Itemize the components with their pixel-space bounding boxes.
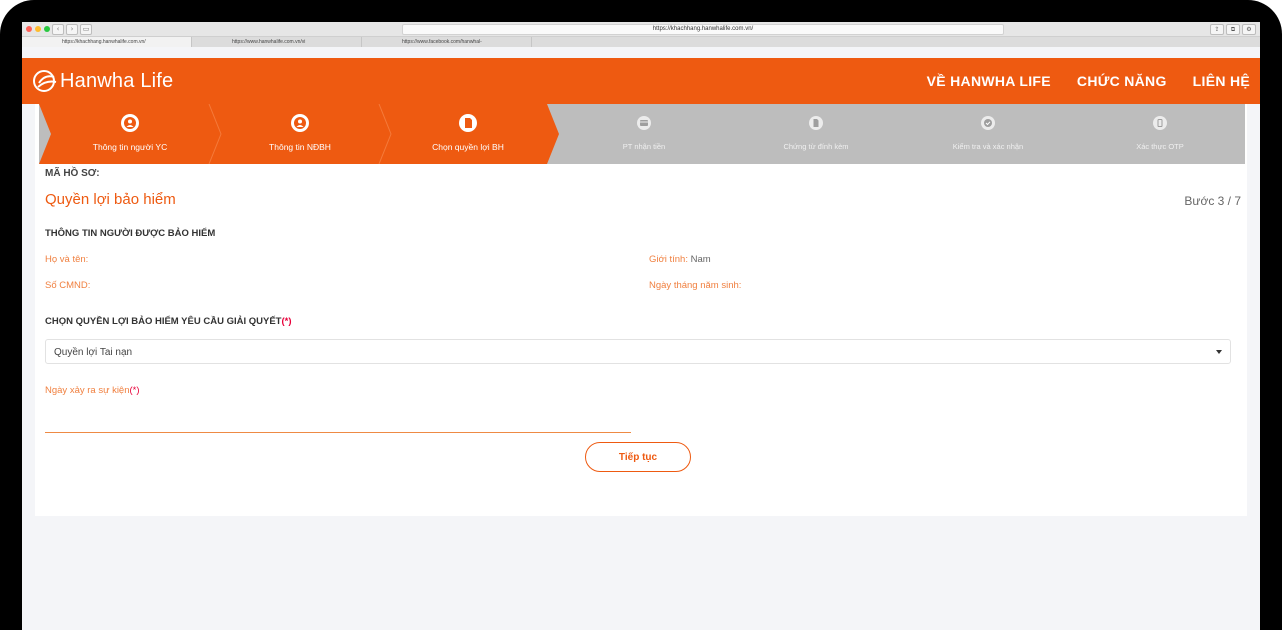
gender-label: Giới tính: [649,254,688,265]
full-name-label: Họ và tên: [45,254,89,265]
browser-actions: ⇪ ⧉ ⚙ [1210,24,1256,35]
browser-tabs: https://khachhang.hanwhalife.com.vn/ htt… [22,37,1260,47]
step-requester[interactable]: Thông tin người YC [39,104,221,164]
chevron-down-icon [1216,350,1222,354]
id-number-label: Số CMND: [45,280,91,291]
hanwha-logo[interactable]: Hanwha Life [32,68,173,94]
progress-steps: Thông tin người YC Thông tin NĐBH Chọn q… [39,104,1245,164]
logo-text: Hanwha Life [60,69,174,92]
check-icon [981,116,995,130]
step-counter: Bước 3 / 7 [1184,194,1241,208]
settings-icon[interactable]: ⚙ [1242,24,1256,35]
step-label: Xác thực OTP [1136,142,1184,151]
user-icon [121,114,139,132]
phone-icon [1153,116,1167,130]
claim-panel: Thông tin người YC Thông tin NĐBH Chọn q… [35,104,1247,516]
event-date-label: Ngày xảy ra sự kiện(*) [45,385,140,396]
step-attachments[interactable]: Chứng từ đính kèm [731,104,901,164]
site-header: Hanwha Life VỀ HANWHA LIFE CHỨC NĂNG LIÊ… [22,58,1260,104]
window-controls [26,26,50,32]
url-bar[interactable]: https://khachhang.hanwhalife.com.vn/ [402,24,1004,35]
nav-about[interactable]: VỀ HANWHA LIFE [927,73,1051,89]
step-insured[interactable]: Thông tin NĐBH [209,104,391,164]
nav-features[interactable]: CHỨC NĂNG [1077,73,1167,89]
section-insured-heading: THÔNG TIN NGƯỜI ĐƯỢC BẢO HIỂM [45,228,216,239]
full-name-field: Họ và tên: [45,254,88,265]
minimize-window-button[interactable] [35,26,41,32]
gender-field: Giới tính: Nam [649,254,711,265]
step-label: Chọn quyền lợi BH [432,142,504,152]
step-label: Kiểm tra và xác nhận [952,142,1024,151]
step-label: Thông tin NĐBH [269,142,331,152]
section-benefit-text: CHỌN QUYỀN LỢI BẢO HIỂM YÊU CẦU GIẢI QUY… [45,316,282,327]
card-icon [637,116,651,130]
step-label: Chứng từ đính kèm [783,142,849,151]
step-choose-benefit[interactable]: Chọn quyền lợi BH [379,104,559,164]
user-icon [291,114,309,132]
document-icon [459,114,477,132]
step-label: Thông tin người YC [92,142,168,152]
required-mark: (*) [129,385,140,396]
step-review-confirm[interactable]: Kiểm tra và xác nhận [903,104,1073,164]
nav-contact[interactable]: LIÊN HỆ [1193,73,1250,89]
benefit-select[interactable]: Quyền lợi Tai nạn [45,339,1231,364]
step-label: PT nhận tiền [622,142,666,151]
share-icon[interactable]: ⇪ [1210,24,1224,35]
hanwha-logo-icon [32,68,58,94]
tabs-icon[interactable]: ⧉ [1226,24,1240,35]
required-mark: (*) [281,316,292,327]
step-otp[interactable]: Xác thực OTP [1075,104,1245,164]
file-icon [809,116,823,130]
sidebar-icon[interactable]: ▭ [80,24,92,35]
screen: ‹ › ▭ https://khachhang.hanwhalife.com.v… [22,22,1260,630]
close-window-button[interactable] [26,26,32,32]
browser-tab[interactable]: https://www.facebook.com/hanwhal- [362,37,532,47]
browser-tab[interactable]: https://khachhang.hanwhalife.com.vn/ [22,37,192,47]
birthdate-field: Ngày tháng năm sinh: [649,280,741,291]
birthdate-label: Ngày tháng năm sinh: [649,280,742,291]
benefit-select-value: Quyền lợi Tai nạn [54,347,133,358]
top-nav: VỀ HANWHA LIFE CHỨC NĂNG LIÊN HỆ [927,73,1250,89]
back-icon[interactable]: ‹ [52,24,64,35]
event-date-input[interactable] [45,414,631,433]
device-frame: ‹ › ▭ https://khachhang.hanwhalife.com.v… [0,0,1282,630]
id-number-field: Số CMND: [45,280,90,291]
browser-tab[interactable]: https://www.hanwhalife.com.vn/vi [192,37,362,47]
page-title: Quyền lợi bảo hiểm [45,191,176,208]
gender-value: Nam [690,254,711,265]
maximize-window-button[interactable] [44,26,50,32]
ma-ho-so-label: MÃ HỒ SƠ: [45,168,100,179]
step-payment-method[interactable]: PT nhận tiền [559,104,729,164]
continue-button[interactable]: Tiếp tục [585,442,691,472]
forward-icon[interactable]: › [66,24,78,35]
browser-toolbar: ‹ › ▭ https://khachhang.hanwhalife.com.v… [22,22,1260,37]
section-benefit-heading: CHỌN QUYỀN LỢI BẢO HIỂM YÊU CẦU GIẢI QUY… [45,316,292,327]
event-date-label-text: Ngày xảy ra sự kiện [45,385,130,396]
browser-nav: ‹ › ▭ [52,24,92,35]
